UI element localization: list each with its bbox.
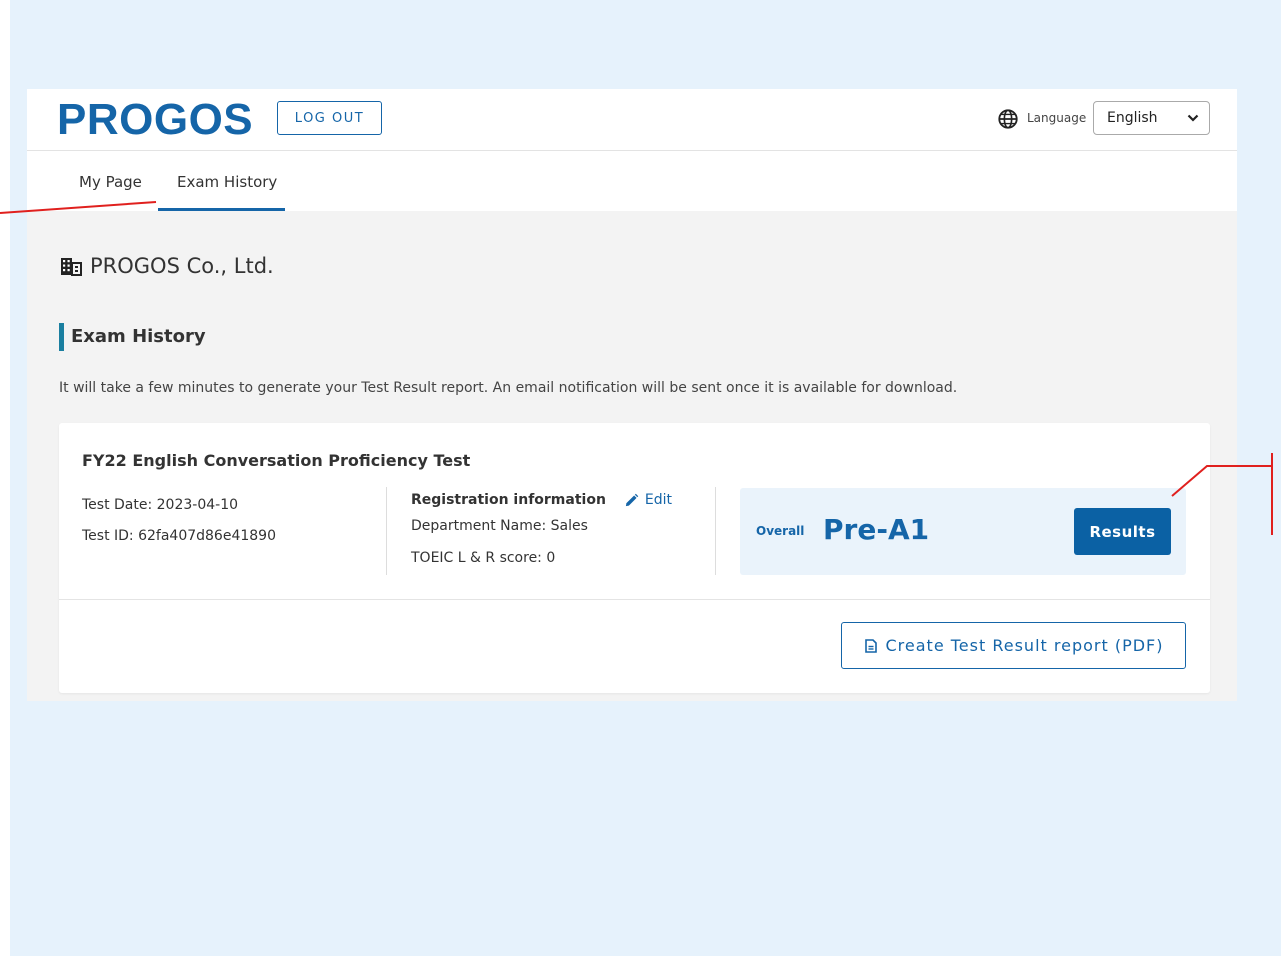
- create-pdf-report-button[interactable]: Create Test Result report (PDF): [841, 622, 1186, 669]
- pdf-button-label: Create Test Result report (PDF): [885, 636, 1164, 655]
- company-name: PROGOS Co., Ltd.: [90, 254, 274, 278]
- results-button[interactable]: Results: [1074, 508, 1171, 555]
- progos-logo[interactable]: PROGOS: [57, 95, 253, 145]
- overall-result-box: Overall Pre-A1 Results: [740, 488, 1186, 575]
- language-select[interactable]: English: [1093, 101, 1210, 135]
- document-icon: [864, 638, 877, 653]
- language-label: Language: [1027, 111, 1087, 125]
- section-title: Exam History: [59, 323, 206, 351]
- header: PROGOS LOG OUT Language English: [27, 89, 1237, 151]
- logout-button[interactable]: LOG OUT: [277, 101, 382, 135]
- tab-my-page[interactable]: My Page: [79, 173, 142, 191]
- toeic-score: TOEIC L & R score: 0: [411, 550, 556, 566]
- registration-column: Registration information Edit Department…: [411, 490, 672, 574]
- test-id: Test ID: 62fa407d86e41890: [82, 528, 276, 544]
- building-icon: [61, 258, 82, 276]
- page-edge: [0, 0, 10, 956]
- department-name: Department Name: Sales: [411, 518, 588, 534]
- overall-label: Overall: [756, 524, 805, 538]
- nav-tabs: My Page Exam History: [27, 151, 1237, 211]
- exam-card: FY22 English Conversation Proficiency Te…: [59, 423, 1210, 693]
- pencil-icon: [625, 493, 639, 506]
- edit-label: Edit: [644, 492, 673, 508]
- language-selected-value: English: [1107, 110, 1158, 126]
- card-divider: [59, 599, 1210, 600]
- column-divider: [386, 487, 387, 575]
- registration-header: Registration information Edit: [411, 490, 672, 510]
- active-tab-indicator: [158, 208, 285, 211]
- exam-title: FY22 English Conversation Proficiency Te…: [82, 451, 471, 470]
- edit-registration-button[interactable]: Edit: [624, 492, 672, 508]
- company-heading: PROGOS Co., Ltd.: [60, 254, 274, 278]
- report-notice: It will take a few minutes to generate y…: [59, 380, 958, 396]
- test-date: Test Date: 2023-04-10: [82, 497, 239, 513]
- app-window: PROGOS LOG OUT Language English My Page …: [27, 89, 1237, 701]
- chevron-down-icon: [1187, 114, 1199, 122]
- exam-info-column: Test Date: 2023-04-10 Test ID: 62fa407d8…: [82, 490, 276, 552]
- registration-label: Registration information: [411, 492, 606, 508]
- overall-level: Pre-A1: [823, 513, 930, 546]
- tab-exam-history[interactable]: Exam History: [177, 173, 277, 191]
- column-divider: [715, 487, 716, 575]
- globe-icon: [998, 109, 1018, 129]
